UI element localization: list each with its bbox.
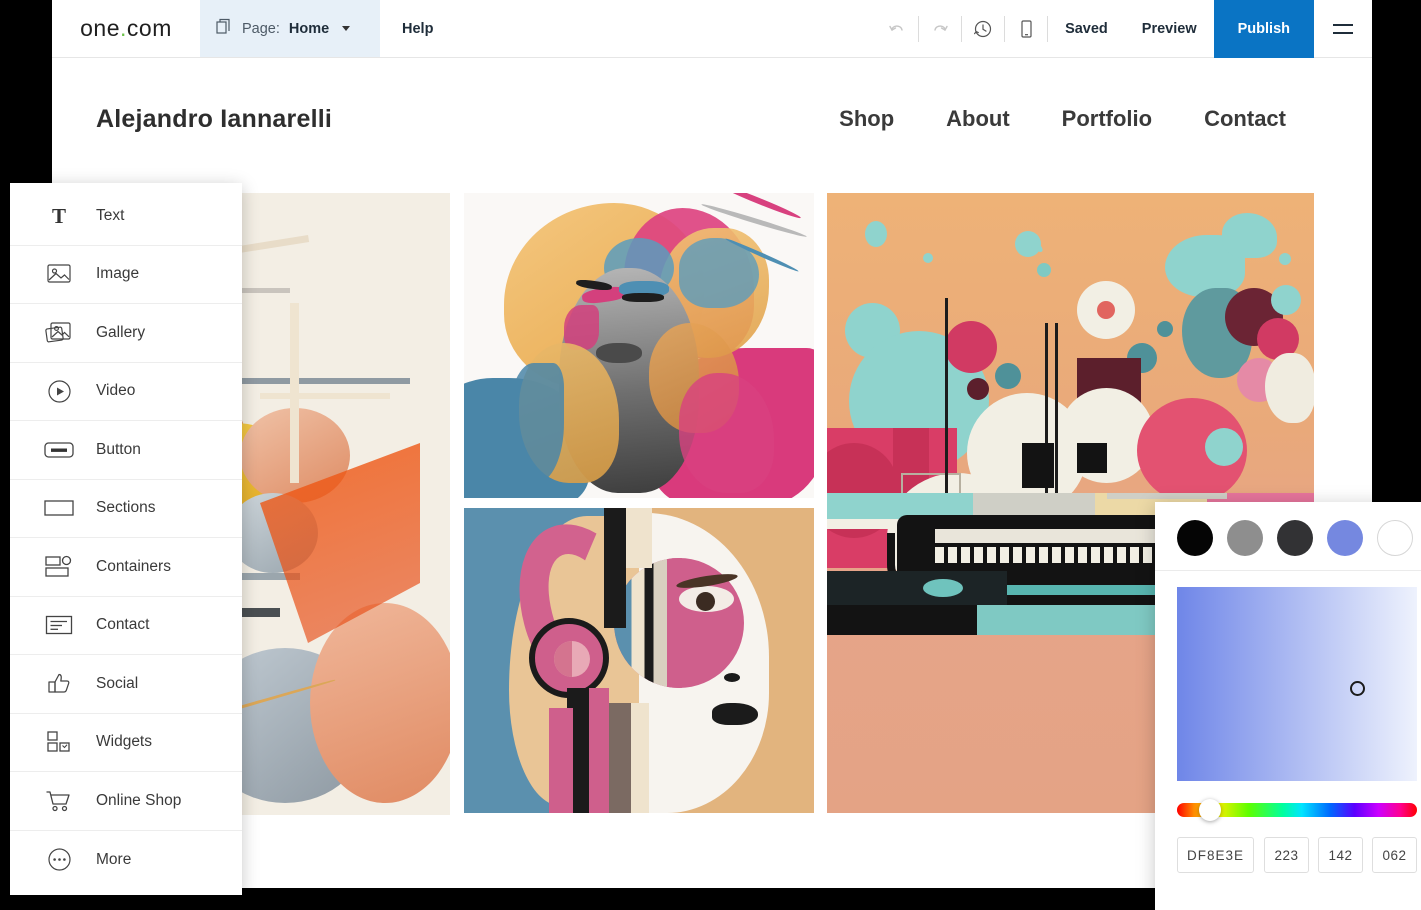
menu-item-label: Social: [96, 674, 139, 692]
menu-item-video[interactable]: Video: [10, 363, 242, 421]
menu-item-online-shop[interactable]: Online Shop: [10, 772, 242, 831]
screen: one. com Page: Home Help Saved Preview P…: [0, 0, 1421, 910]
gallery-image-splash-portrait[interactable]: [464, 193, 814, 498]
more-dots-icon: [42, 845, 76, 875]
swatch-dark-gray[interactable]: [1277, 520, 1313, 556]
swatch-gray[interactable]: [1227, 520, 1263, 556]
page-selector-value: Home: [288, 20, 330, 37]
menu-item-label: Button: [96, 440, 141, 458]
menu-item-label: Online Shop: [96, 791, 182, 809]
onecom-logo[interactable]: one. com: [52, 0, 200, 57]
page-selector[interactable]: Page: Home: [200, 0, 380, 57]
menu-item-gallery[interactable]: Gallery: [10, 304, 242, 363]
blue-input[interactable]: 062: [1372, 837, 1417, 873]
menu-item-more[interactable]: More: [10, 831, 242, 890]
nav-item-portfolio[interactable]: Portfolio: [1062, 106, 1152, 132]
preview-button[interactable]: Preview: [1125, 0, 1214, 58]
menu-item-sections[interactable]: Sections: [10, 480, 242, 538]
saturation-value-area[interactable]: [1177, 587, 1417, 781]
color-picker-panel: DF8E3E 223 142 062: [1155, 502, 1421, 910]
menu-item-containers[interactable]: Containers: [10, 538, 242, 597]
gallery-image-headphone-profile[interactable]: [464, 508, 814, 813]
page-selector-label: Page:: [242, 20, 280, 37]
artwork-splash-portrait: [464, 193, 814, 498]
hex-input[interactable]: DF8E3E: [1177, 837, 1254, 873]
thumbs-up-icon: [42, 669, 76, 699]
video-play-icon: [42, 376, 76, 406]
red-input[interactable]: 223: [1264, 837, 1309, 873]
publish-button[interactable]: Publish: [1213, 0, 1314, 58]
toolbar-actions: Saved Preview Publish: [876, 0, 1372, 58]
swatch-periwinkle[interactable]: [1327, 520, 1363, 556]
menu-item-text[interactable]: T Text: [10, 187, 242, 246]
logo-text-one: one: [80, 15, 121, 41]
color-swatch-row: [1155, 516, 1421, 571]
menu-item-label: More: [96, 850, 132, 868]
editor-toolbar: one. com Page: Home Help Saved Preview P…: [52, 0, 1372, 58]
site-navigation: Shop About Portfolio Contact: [839, 106, 1328, 132]
hue-slider[interactable]: [1177, 799, 1417, 821]
nav-item-about[interactable]: About: [946, 106, 1010, 132]
history-button[interactable]: [962, 0, 1004, 58]
nav-item-contact[interactable]: Contact: [1204, 106, 1286, 132]
menu-item-label: Containers: [96, 557, 171, 575]
menu-item-label: Gallery: [96, 323, 146, 341]
menu-item-social[interactable]: Social: [10, 655, 242, 714]
site-title: Alejandro Iannarelli: [96, 104, 333, 133]
menu-item-label: Contact: [96, 616, 150, 634]
menu-item-image[interactable]: Image: [10, 246, 242, 304]
menu-item-contact[interactable]: Contact: [10, 597, 242, 655]
gallery-icon: [42, 318, 76, 348]
swatch-black[interactable]: [1177, 520, 1213, 556]
pages-icon: [216, 18, 233, 40]
rgb-inputs: 223 142 062: [1264, 837, 1417, 873]
saved-status[interactable]: Saved: [1048, 0, 1125, 58]
containers-icon: [42, 552, 76, 582]
svg-text:T: T: [52, 204, 66, 228]
menu-item-widgets[interactable]: Widgets: [10, 714, 242, 772]
logo-text-com: com: [126, 15, 172, 41]
color-selector-handle[interactable]: [1350, 681, 1365, 696]
logo-dot: .: [120, 15, 127, 41]
shopping-cart-icon: [42, 786, 76, 816]
green-input[interactable]: 142: [1318, 837, 1363, 873]
menu-item-label: Widgets: [96, 733, 152, 751]
add-element-menu: T Text Image Gallery Video Button Sectio…: [10, 183, 242, 895]
widgets-icon: [42, 727, 76, 757]
site-header: Alejandro Iannarelli Shop About Portfoli…: [52, 58, 1372, 180]
menu-item-label: Text: [96, 206, 125, 224]
menu-item-label: Video: [96, 382, 136, 400]
contact-form-icon: [42, 610, 76, 640]
help-button[interactable]: Help: [380, 0, 455, 57]
redo-button[interactable]: [919, 0, 961, 58]
chevron-down-icon: [342, 26, 351, 31]
color-value-fields: DF8E3E 223 142 062: [1155, 817, 1421, 873]
artwork-headphone-profile: [464, 508, 814, 813]
button-icon: [42, 435, 76, 465]
menu-item-button[interactable]: Button: [10, 421, 242, 480]
hue-slider-handle[interactable]: [1199, 799, 1221, 821]
mobile-preview-button[interactable]: [1005, 0, 1047, 58]
menu-item-label: Sections: [96, 499, 156, 517]
nav-item-shop[interactable]: Shop: [839, 106, 894, 132]
text-icon: T: [42, 201, 76, 231]
swatch-white[interactable]: [1377, 520, 1413, 556]
undo-button[interactable]: [876, 0, 918, 58]
sections-icon: [42, 493, 76, 523]
image-icon: [42, 259, 76, 289]
hamburger-menu-icon[interactable]: [1314, 0, 1372, 58]
menu-item-label: Image: [96, 265, 140, 283]
